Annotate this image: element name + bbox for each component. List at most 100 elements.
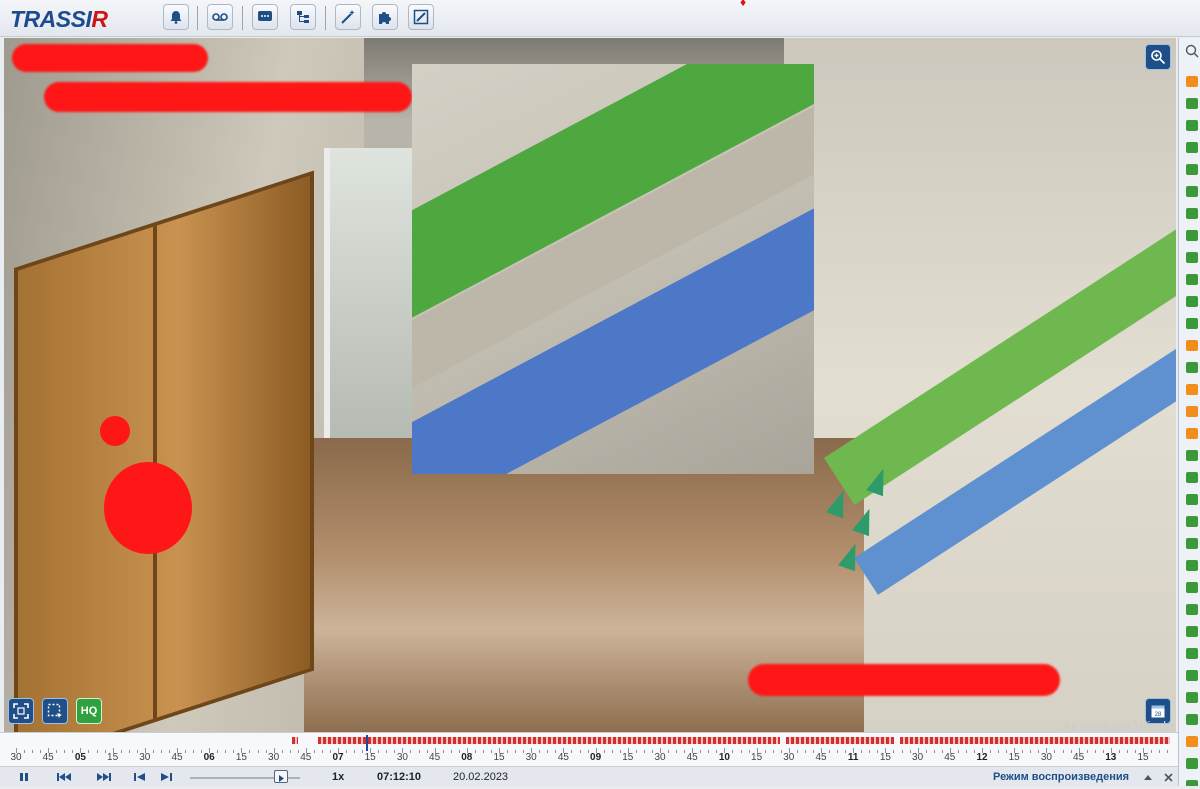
timeline-minor-tick [1070, 750, 1072, 753]
pause-icon [20, 773, 28, 781]
camera-status-icon[interactable] [1186, 120, 1198, 131]
plugins-button[interactable] [372, 4, 398, 30]
redaction-blob [100, 416, 130, 446]
timeline-minor-tick [555, 750, 557, 753]
playback-mode-label[interactable]: Режим воспроизведения [993, 771, 1129, 783]
puzzle-icon [379, 12, 391, 24]
playback-speed: 1x [332, 771, 345, 783]
timeline-minor-tick [764, 750, 766, 753]
camera-status-icon[interactable] [1186, 516, 1198, 527]
camera-status-icon[interactable] [1186, 670, 1198, 681]
camera-status-icon[interactable] [1186, 494, 1198, 505]
timeline-minor-tick [72, 750, 74, 753]
timeline-minor-tick [861, 750, 863, 753]
playback-cursor[interactable] [366, 735, 368, 751]
camera-status-icon[interactable] [1186, 318, 1198, 329]
camera-status-icon[interactable] [1186, 230, 1198, 241]
timeline-minor-tick [88, 750, 90, 753]
timeline-minor-tick [716, 750, 718, 753]
camera-status-icon[interactable] [1186, 714, 1198, 725]
timeline-minor-tick [772, 750, 774, 753]
search-icon[interactable] [1185, 44, 1199, 58]
archive-button[interactable] [207, 4, 233, 30]
bell-icon [170, 11, 182, 24]
skip-back-icon [57, 773, 71, 781]
timeline-minor-tick [474, 750, 476, 753]
wizard-button[interactable] [335, 4, 361, 30]
close-button[interactable] [1160, 770, 1176, 784]
camera-status-icon[interactable] [1186, 780, 1198, 786]
camera-status-icon[interactable] [1186, 758, 1198, 769]
camera-status-icon[interactable] [1186, 384, 1198, 395]
timeline-minor-tick [837, 750, 839, 753]
timeline-minor-tick [96, 750, 98, 753]
scene-corridor-door [324, 148, 420, 438]
skip-back-button[interactable] [56, 770, 72, 784]
devices-button[interactable] [290, 4, 316, 30]
camera-status-icon[interactable] [1186, 604, 1198, 615]
timeline-minor-tick [128, 750, 130, 753]
timeline-label: 15 [1008, 752, 1020, 763]
camera-status-icon[interactable] [1186, 560, 1198, 571]
camera-status-icon[interactable] [1186, 472, 1198, 483]
fit-frame-button[interactable] [8, 698, 34, 724]
camera-status-icon[interactable] [1186, 582, 1198, 593]
camera-status-icon[interactable] [1186, 252, 1198, 263]
camera-status-icon[interactable] [1186, 142, 1198, 153]
camera-status-icon[interactable] [1186, 406, 1198, 417]
digital-zoom-inset[interactable] [412, 64, 814, 474]
camera-status-icon[interactable] [1186, 538, 1198, 549]
pause-button[interactable] [16, 770, 32, 784]
camera-view[interactable]: HQ 28 Активация Windo [4, 38, 1176, 732]
timeline-minor-tick [257, 750, 259, 753]
timeline-label: 06 [203, 752, 215, 763]
camera-status-icon[interactable] [1186, 736, 1198, 747]
timeline-label: 30 [396, 752, 408, 763]
speed-slider-handle[interactable] [274, 770, 288, 783]
archive-timeline[interactable]: 30 45 05 15 30 45 06 15 30 45 07 15 30 45 08 15 30 45 09 15… [0, 732, 1178, 767]
hq-toggle-button[interactable]: HQ [76, 698, 102, 724]
top-toolbar: TRASSIR ♦ [0, 0, 1200, 37]
timeline-minor-tick [450, 750, 452, 753]
timeline-minor-tick [40, 750, 42, 753]
timeline-label: 45 [557, 752, 569, 763]
timeline-minor-tick [998, 750, 1000, 753]
timeline-minor-tick [941, 750, 943, 753]
next-frame-button[interactable] [158, 770, 174, 784]
timeline-minor-tick [611, 750, 613, 753]
messages-button[interactable] [252, 4, 278, 30]
region-select-button[interactable] [42, 698, 68, 724]
timeline-label: 15 [1137, 752, 1149, 763]
timeline-minor-tick [507, 750, 509, 753]
timeline-minor-tick [362, 750, 364, 753]
camera-status-icon[interactable] [1186, 296, 1198, 307]
timeline-label: 45 [815, 752, 827, 763]
camera-status-icon[interactable] [1186, 76, 1198, 87]
camera-status-icon[interactable] [1186, 692, 1198, 703]
notifications-button[interactable] [163, 4, 189, 30]
timeline-minor-tick [651, 750, 653, 753]
trassir-logo: TRASSIR [10, 6, 108, 32]
camera-status-icon[interactable] [1186, 164, 1198, 175]
camera-status-icon[interactable] [1186, 626, 1198, 637]
recording-segment [292, 737, 298, 744]
layout-editor-button[interactable] [408, 4, 434, 30]
timeline-minor-tick [1054, 750, 1056, 753]
camera-status-icon[interactable] [1186, 362, 1198, 373]
zoom-in-button[interactable] [1145, 44, 1171, 70]
camera-status-icon[interactable] [1186, 428, 1198, 439]
prev-frame-button[interactable] [132, 770, 148, 784]
collapse-button[interactable] [1140, 770, 1156, 784]
timeline-label: 30 [268, 752, 280, 763]
skip-forward-button[interactable] [96, 770, 112, 784]
timeline-minor-tick [32, 750, 34, 753]
camera-status-icon[interactable] [1186, 186, 1198, 197]
timeline-minor-tick [619, 750, 621, 753]
camera-status-icon[interactable] [1186, 208, 1198, 219]
timeline-label: 15 [879, 752, 891, 763]
camera-status-icon[interactable] [1186, 274, 1198, 285]
camera-status-icon[interactable] [1186, 98, 1198, 109]
camera-status-icon[interactable] [1186, 648, 1198, 659]
camera-status-icon[interactable] [1186, 450, 1198, 461]
camera-status-icon[interactable] [1186, 340, 1198, 351]
